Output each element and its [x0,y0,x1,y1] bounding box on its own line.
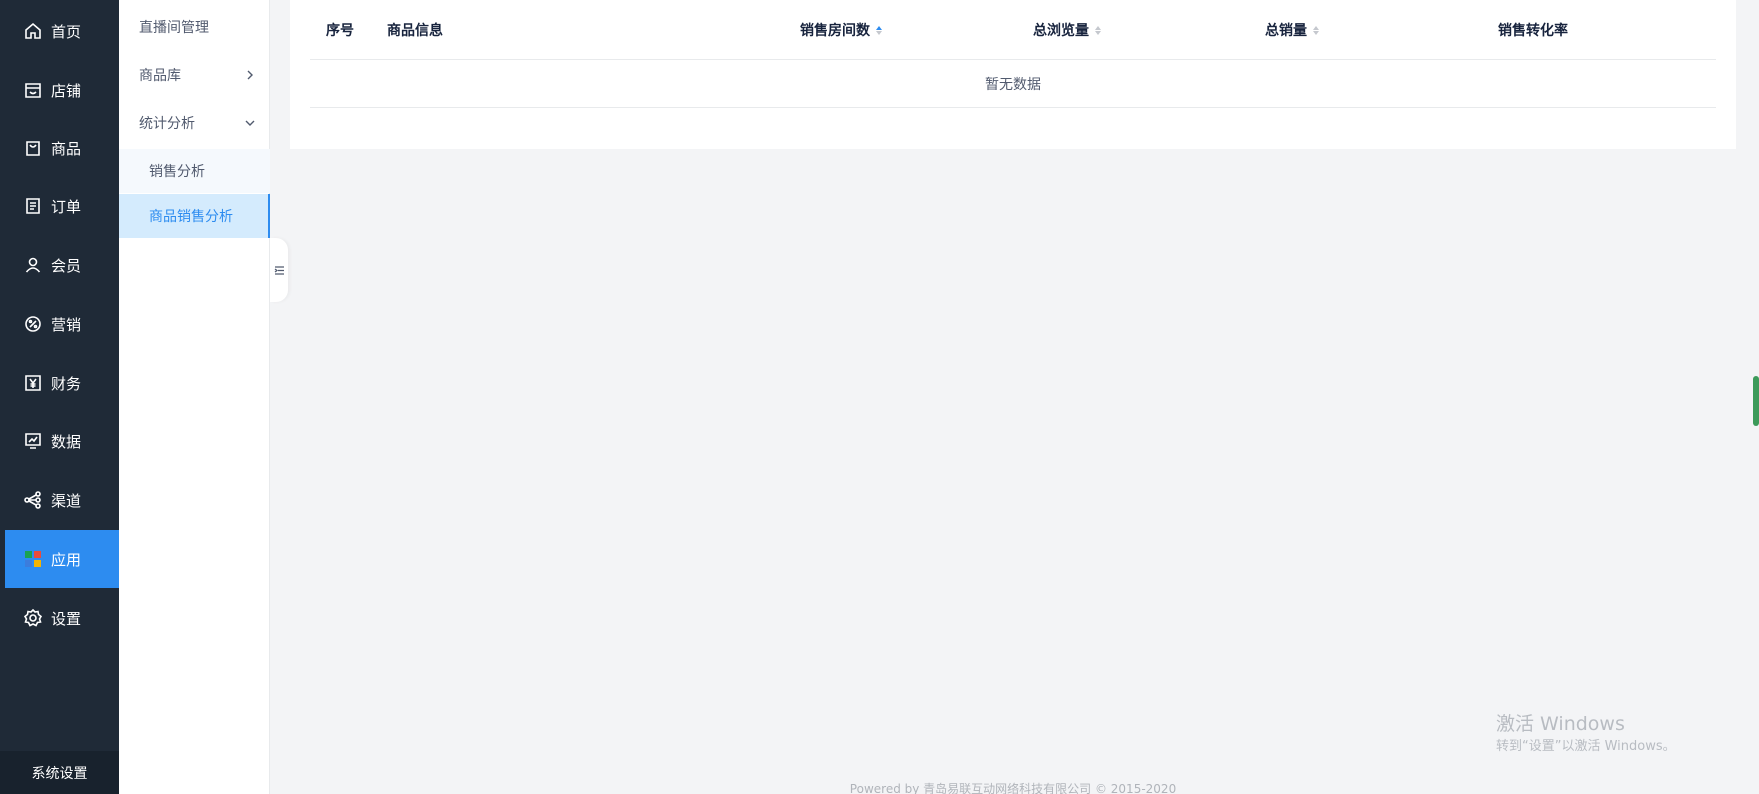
column-header-conversion-rate: 销售转化率 [1498,23,1568,39]
nav-label: 设置 [51,609,82,628]
sub-item-label: 商品库 [139,68,181,84]
table-header: 序号 商品信息 销售房间数 总浏览量 总销量 销售转化率 [310,0,1716,60]
gear-icon [23,608,43,628]
product-sales-table: 序号 商品信息 销售房间数 总浏览量 总销量 销售转化率 暂无数据 [310,0,1716,108]
nav-label: 财务 [51,374,82,393]
nav-label: 数据 [51,432,82,451]
nav-label: 首页 [51,22,82,41]
order-icon [23,196,43,216]
shopping-bag-icon [23,138,43,158]
app-grid-icon [23,549,43,569]
nav-item-goods[interactable]: 商品 [0,119,119,177]
sub-item-sales-analysis[interactable]: 销售分析 [119,149,270,193]
user-icon [23,255,43,275]
sub-item-label: 直播间管理 [139,20,209,36]
sort-icon[interactable] [876,25,882,35]
system-settings-button[interactable]: 系统设置 [0,751,119,794]
sub-item-label: 统计分析 [139,116,195,132]
nav-item-data[interactable]: 数据 [0,412,119,470]
watermark-title: 激活 Windows [1496,713,1625,735]
watermark-subtitle: 转到“设置”以激活 Windows。 [1496,739,1676,754]
nav-item-home[interactable]: 首页 [0,2,119,60]
nav-item-store[interactable]: 店铺 [0,61,119,119]
nav-item-members[interactable]: 会员 [0,236,119,294]
column-header-product-info: 商品信息 [387,23,443,39]
column-header-sales-rooms[interactable]: 销售房间数 [800,0,882,60]
chevron-down-icon [245,120,255,126]
main-sidebar: 首页 店铺 商品 订单 会员 营销 财务 数据 渠道 应用 设置 系统设置 [0,0,119,794]
yen-icon [23,373,43,393]
store-icon [23,80,43,100]
nav-label: 应用 [51,550,82,569]
nav-label: 营销 [51,315,82,334]
nav-item-settings[interactable]: 设置 [0,589,119,647]
sub-item-product-library[interactable]: 商品库 [119,51,270,99]
sort-icon[interactable] [1313,25,1319,35]
sub-item-live-room[interactable]: 直播间管理 [119,3,270,51]
nav-label: 店铺 [51,81,82,100]
empty-state: 暂无数据 [310,60,1716,108]
collapse-icon [274,265,284,275]
nav-item-apps[interactable]: 应用 [5,530,119,588]
home-icon [23,21,43,41]
marketing-icon [23,314,43,334]
column-header-total-sales[interactable]: 总销量 [1265,0,1319,60]
nav-label: 渠道 [51,491,82,510]
share-icon [23,490,43,510]
nav-label: 商品 [51,139,82,158]
sub-item-label: 销售分析 [149,164,205,180]
sub-item-statistics[interactable]: 统计分析 [119,99,270,147]
nav-item-channels[interactable]: 渠道 [0,471,119,529]
nav-item-marketing[interactable]: 营销 [0,295,119,353]
nav-item-finance[interactable]: 财务 [0,354,119,412]
collapse-sidebar-button[interactable] [270,238,288,302]
windows-activation-watermark: 激活 Windows 转到“设置”以激活 Windows。 [1496,712,1676,756]
sub-sidebar: 直播间管理 商品库 统计分析 销售分析 商品销售分析 [119,0,270,794]
column-header-index: 序号 [326,23,354,39]
chart-icon [23,431,43,451]
sort-icon[interactable] [1095,25,1101,35]
nav-label: 会员 [51,256,82,275]
content-card: 序号 商品信息 销售房间数 总浏览量 总销量 销售转化率 暂无数据 [290,0,1736,149]
scrollbar-thumb[interactable] [1753,376,1759,426]
nav-label: 订单 [51,197,82,216]
nav-item-orders[interactable]: 订单 [0,177,119,235]
sub-item-product-sales-analysis[interactable]: 商品销售分析 [119,194,270,238]
column-header-total-views[interactable]: 总浏览量 [1033,0,1101,60]
chevron-right-icon [247,70,253,80]
footer-copyright: Powered by 青岛易联互动网络科技有限公司 © 2015-2020 [849,782,1177,794]
sub-item-label: 商品销售分析 [149,209,233,225]
